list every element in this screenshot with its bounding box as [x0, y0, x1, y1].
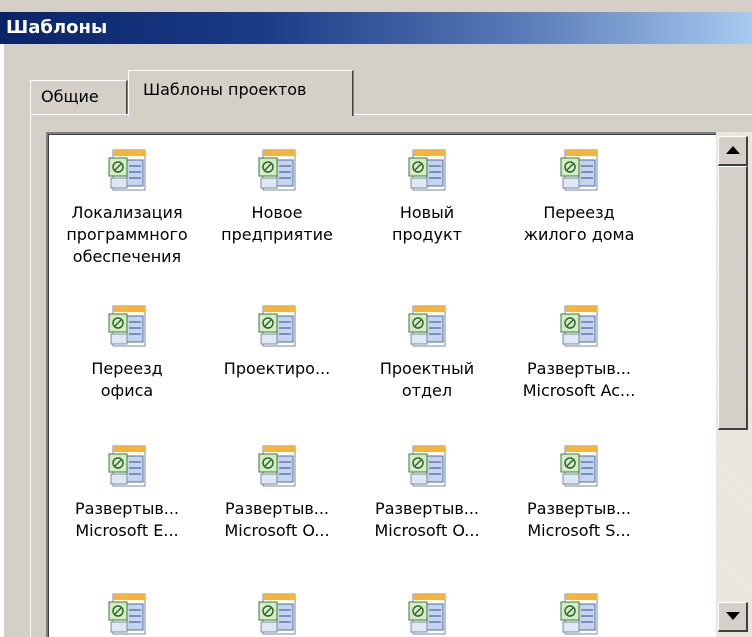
- tab-general-label: Общие: [41, 87, 99, 106]
- template-item-label: Переезд жилого дома: [523, 203, 635, 244]
- template-item[interactable]: Локализация программного обеспечения: [52, 148, 202, 268]
- project-template-icon: [408, 305, 446, 347]
- tab-project-templates-label: Шаблоны проектов: [143, 80, 307, 99]
- scroll-down-button[interactable]: [718, 602, 748, 632]
- template-item[interactable]: [352, 592, 502, 637]
- template-item[interactable]: [202, 592, 352, 637]
- template-item-label: Проектный отдел: [379, 359, 475, 400]
- project-template-icon: [560, 149, 598, 191]
- template-item[interactable]: [52, 592, 202, 637]
- template-item-label: Новое предприятие: [221, 203, 333, 244]
- window-title-bar[interactable]: Шаблоны: [0, 12, 752, 44]
- project-template-icon: [408, 593, 446, 635]
- template-item-label: Новый продукт: [392, 203, 462, 244]
- template-item-label: Развертыв... Microsoft E...: [74, 499, 180, 540]
- templates-list-view[interactable]: Локализация программного обеспечения Ново…: [46, 132, 752, 637]
- arrow-up-icon: [726, 146, 740, 154]
- template-item-label: Переезд офиса: [91, 359, 163, 400]
- window-title: Шаблоны: [6, 17, 108, 38]
- template-item[interactable]: Развертыв... Microsoft O...: [352, 444, 502, 542]
- vertical-scrollbar[interactable]: [716, 132, 752, 637]
- template-item[interactable]: Развертыв... Microsoft S...: [504, 444, 654, 542]
- template-item[interactable]: Новый продукт: [352, 148, 502, 246]
- project-template-icon: [258, 149, 296, 191]
- project-template-icon: [258, 593, 296, 635]
- template-item[interactable]: Развертыв... Microsoft E...: [52, 444, 202, 542]
- project-template-icon: [108, 593, 146, 635]
- project-template-icon: [560, 593, 598, 635]
- template-item-label: Проектиро...: [223, 359, 331, 378]
- template-item[interactable]: Развертыв... Microsoft O...: [202, 444, 352, 542]
- template-item[interactable]: Переезд жилого дома: [504, 148, 654, 246]
- scroll-up-button[interactable]: [718, 136, 748, 166]
- project-template-icon: [560, 305, 598, 347]
- template-item[interactable]: Развертыв... Microsoft Ac...: [504, 304, 654, 402]
- template-item[interactable]: Проектиро...: [202, 304, 352, 380]
- arrow-down-icon: [726, 612, 740, 620]
- window-left-edge: [0, 44, 5, 637]
- project-template-icon: [408, 445, 446, 487]
- project-template-icon: [408, 149, 446, 191]
- project-template-icon: [108, 445, 146, 487]
- project-template-icon: [108, 305, 146, 347]
- template-item[interactable]: [504, 592, 654, 637]
- tab-general[interactable]: Общие: [30, 80, 128, 114]
- template-item[interactable]: Переезд офиса: [52, 304, 202, 402]
- project-template-icon: [108, 149, 146, 191]
- template-item-label: Локализация программного обеспечения: [66, 203, 188, 266]
- template-item-label: Развертыв... Microsoft O...: [224, 499, 330, 540]
- scrollbar-thumb[interactable]: [718, 166, 748, 430]
- template-item-label: Развертыв... Microsoft O...: [374, 499, 480, 540]
- template-item[interactable]: Проектный отдел: [352, 304, 502, 402]
- project-template-icon: [258, 445, 296, 487]
- tab-project-templates[interactable]: Шаблоны проектов: [128, 70, 354, 116]
- project-template-icon: [560, 445, 598, 487]
- template-item[interactable]: Новое предприятие: [202, 148, 352, 246]
- template-item-label: Развертыв... Microsoft S...: [526, 499, 632, 540]
- template-item-label: Развертыв... Microsoft Ac...: [522, 359, 636, 400]
- project-template-icon: [258, 305, 296, 347]
